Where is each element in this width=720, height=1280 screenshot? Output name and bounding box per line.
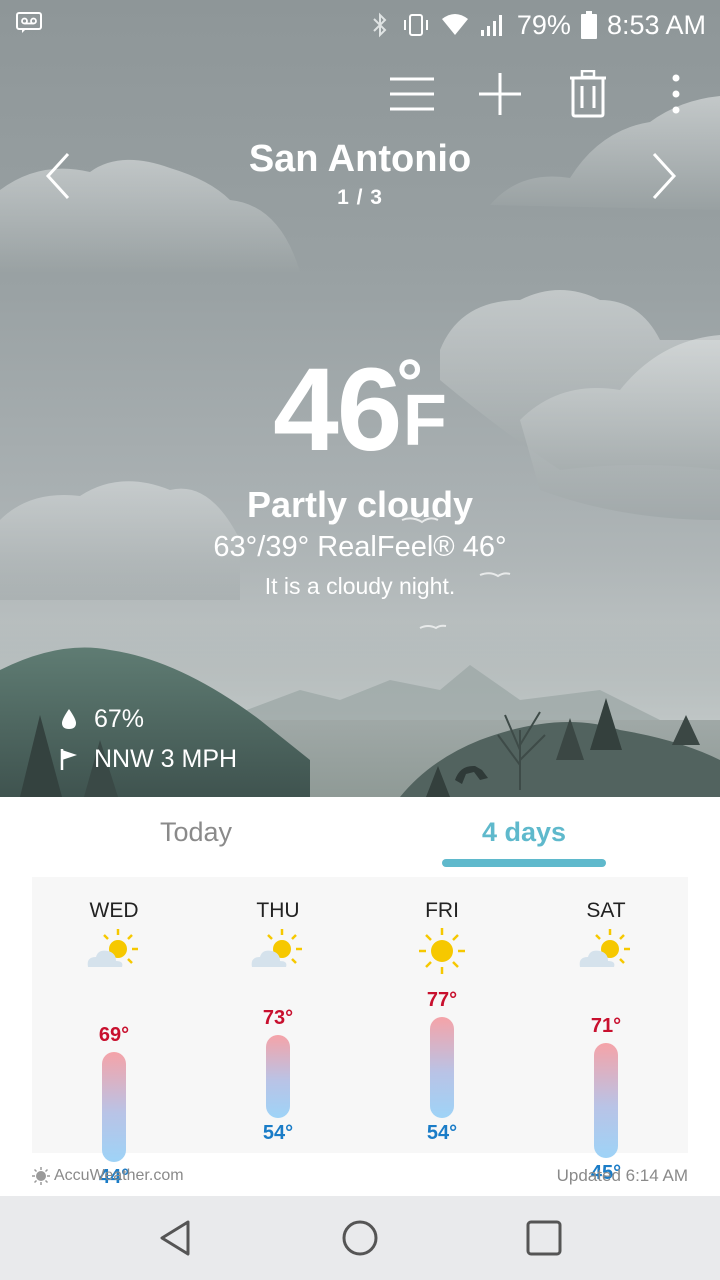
sunny-icon bbox=[419, 928, 465, 974]
tab-4-days[interactable]: 4 days bbox=[442, 817, 606, 848]
weather-hero: 79% 8:53 AM San Antonio 1 / 3 46°F Partl… bbox=[0, 0, 720, 797]
recents-square-icon bbox=[526, 1220, 562, 1256]
back-triangle-icon bbox=[160, 1220, 190, 1256]
partly-sunny-icon bbox=[87, 929, 138, 967]
accuweather-logo-icon bbox=[32, 1167, 50, 1185]
day-name: WED bbox=[89, 899, 139, 922]
low-temp: 54° bbox=[426, 1122, 458, 1145]
humidity-value: 67% bbox=[94, 704, 145, 733]
updated-time: Updated 6:14 AM bbox=[556, 1166, 688, 1185]
more-options-button[interactable] bbox=[648, 66, 704, 122]
status-clock: 8:53 AM bbox=[606, 9, 706, 40]
delete-icon bbox=[570, 70, 606, 118]
menu-icon bbox=[390, 77, 434, 111]
high-temp: 73° bbox=[262, 1006, 294, 1029]
menu-button[interactable] bbox=[384, 66, 440, 122]
more-vert-icon bbox=[672, 74, 680, 114]
home-button[interactable] bbox=[338, 1216, 382, 1260]
battery-percent: 79% bbox=[516, 9, 571, 40]
partly-sunny-icon bbox=[579, 929, 630, 967]
home-circle-icon bbox=[342, 1220, 378, 1256]
day-name: THU bbox=[256, 899, 300, 922]
system-nav-bar bbox=[0, 1196, 720, 1280]
voicemail-icon bbox=[16, 12, 42, 33]
back-button[interactable] bbox=[154, 1216, 198, 1260]
add-icon bbox=[479, 73, 521, 115]
temp-range-bar bbox=[102, 1052, 126, 1163]
high-temp: 71° bbox=[590, 1015, 622, 1038]
realfeel-text: 63°/39° RealFeel® 46° bbox=[213, 531, 507, 563]
location-page-indicator: 1 / 3 bbox=[337, 186, 383, 209]
raindrop-icon bbox=[62, 709, 76, 729]
signal-icon bbox=[480, 15, 502, 36]
temp-range-bar bbox=[430, 1017, 454, 1119]
high-temp: 77° bbox=[426, 989, 458, 1011]
delete-location-button[interactable] bbox=[560, 66, 616, 122]
humidity-row: 67% bbox=[58, 703, 144, 735]
day-name: SAT bbox=[586, 899, 626, 922]
temperature-unit: F bbox=[402, 381, 447, 461]
bluetooth-icon bbox=[373, 12, 387, 38]
wind-value: NNW 3 MPH bbox=[94, 744, 238, 773]
temp-range-bar bbox=[594, 1043, 618, 1158]
tab-selected-indicator bbox=[442, 859, 606, 867]
low-temp: 54° bbox=[262, 1122, 294, 1145]
high-temp: 69° bbox=[98, 1024, 130, 1047]
add-location-button[interactable] bbox=[472, 66, 528, 122]
recents-button[interactable] bbox=[522, 1216, 566, 1260]
weather-condition: Partly cloudy bbox=[246, 484, 474, 525]
current-temperature: 46°F bbox=[0, 342, 720, 478]
four-day-forecast: WED 69° 44° THU 73° 54° FRI 77° 54° SAT … bbox=[32, 877, 688, 1188]
tab-today[interactable]: Today bbox=[114, 817, 278, 848]
wind-row: NNW 3 MPH bbox=[58, 743, 237, 775]
temp-range-bar bbox=[266, 1034, 290, 1119]
forecast-day[interactable]: THU 73° 54° bbox=[196, 877, 360, 1153]
temperature-value: 46 bbox=[273, 344, 402, 476]
status-bar: 79% 8:53 AM bbox=[0, 0, 720, 50]
forecast-day[interactable]: SAT 71° 45° bbox=[524, 877, 688, 1184]
provider-name: AccuWeather.com bbox=[54, 1167, 184, 1184]
forecast-day[interactable]: WED 69° 44° bbox=[32, 877, 196, 1188]
battery-icon bbox=[580, 11, 597, 39]
weather-message: It is a cloudy night. bbox=[264, 573, 456, 599]
forecast-day[interactable]: FRI 77° 54° bbox=[360, 877, 524, 1153]
forecast-panel: Today 4 days WED 69° 44° THU 73° 54° FRI… bbox=[0, 797, 720, 1196]
accuweather-link[interactable]: AccuWeather.com bbox=[32, 1167, 184, 1185]
partly-sunny-icon bbox=[251, 929, 302, 967]
vibrate-icon bbox=[403, 14, 428, 36]
wifi-icon bbox=[441, 14, 468, 35]
flag-icon bbox=[60, 749, 77, 770]
day-name: FRI bbox=[425, 899, 459, 922]
city-name: San Antonio bbox=[248, 138, 472, 180]
